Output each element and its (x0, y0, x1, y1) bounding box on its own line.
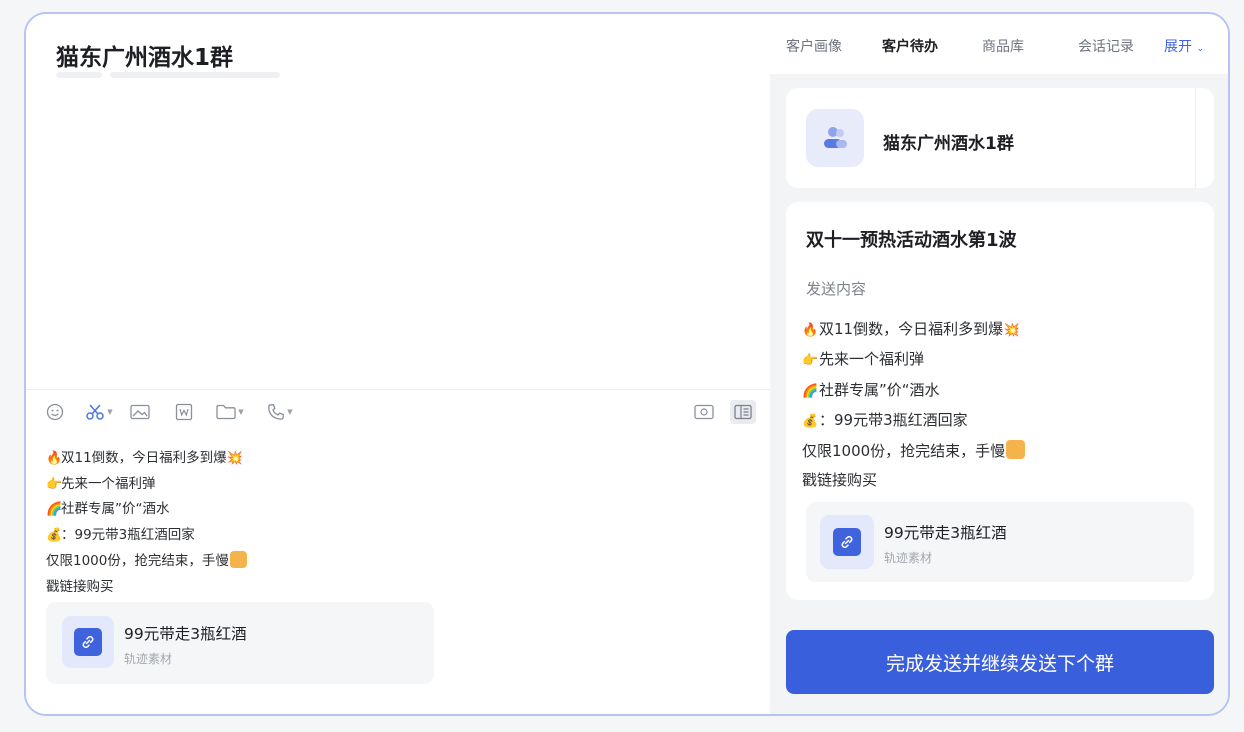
group-name: 猫东广州酒水1群 (883, 134, 1014, 154)
money-bag-icon: 💰 (802, 414, 819, 430)
message-line: 💰：99元带3瓶红酒回家 (46, 523, 446, 549)
emoji-sticker-icon (1006, 439, 1026, 459)
message-line: 戳链接购买 (46, 578, 114, 595)
chevron-down-icon: ▼ (238, 408, 244, 416)
chat-area: 猫东广州酒水1群 ▼ ▼ ▼ 🔥双11倒数，今日福利多到爆💥 👉先来一个福利弹 … (26, 14, 770, 714)
explosion-icon: 💥 (1003, 323, 1020, 338)
explosion-icon: 💥 (226, 451, 243, 466)
link-icon (820, 515, 874, 569)
word-doc-icon[interactable] (172, 400, 196, 424)
attachment-subtitle: 轨迹素材 (124, 652, 173, 666)
message-line: 👉先来一个福利弹 (46, 472, 446, 498)
pointing-hand-icon: 👉 (46, 476, 63, 492)
screen-record-icon[interactable] (692, 400, 716, 424)
task-card: 双十一预热活动酒水第1波 发送内容 🔥双11倒数，今日福利多到爆💥 👉先来一个福… (786, 202, 1214, 600)
link-icon (62, 616, 114, 668)
image-icon[interactable] (128, 400, 152, 424)
emoji-sticker-icon (229, 550, 247, 568)
attachment-title: 99元带走3瓶红酒 (124, 625, 247, 643)
chevron-down-icon: ▼ (107, 408, 113, 416)
chevron-down-icon: ▼ (287, 408, 293, 416)
tab-customer-profile[interactable]: 客户画像 (786, 36, 842, 56)
task-title: 双十一预热活动酒水第1波 (806, 230, 1017, 251)
chat-title: 猫东广州酒水1群 (56, 45, 234, 71)
message-line: 👉先来一个福利弹 (802, 345, 1025, 375)
message-line: 戳链接购买 (802, 471, 878, 490)
rainbow-icon: 🌈 (46, 502, 63, 518)
tab-product-library[interactable]: 商品库 (982, 36, 1024, 56)
pointing-hand-icon: 👉 (802, 353, 819, 369)
message-line: 仅限1000份，抢完结束，手慢 (802, 437, 1026, 466)
member-skeleton (110, 72, 280, 78)
chevron-down-icon: ⌄ (1196, 44, 1204, 54)
fire-icon: 🔥 (802, 323, 819, 338)
attachment-subtitle: 轨迹素材 (884, 551, 933, 565)
folder-icon[interactable]: ▼ (212, 400, 248, 424)
side-tabs: 客户画像 客户待办 商品库 会话记录 展开 ⌄ (770, 14, 1228, 74)
phone-icon[interactable]: ▼ (264, 400, 296, 424)
input-toolbar: ▼ ▼ ▼ (44, 400, 764, 426)
attachment-card[interactable]: 99元带走3瓶红酒 轨迹素材 (46, 602, 434, 684)
app-window: 猫东广州酒水1群 ▼ ▼ ▼ 🔥双11倒数，今日福利多到爆💥 👉先来一个福利弹 … (24, 12, 1230, 716)
task-message: 🔥双11倒数，今日福利多到爆💥 👉先来一个福利弹 🌈社群专属”价“酒水 💰：99… (802, 315, 1026, 495)
member-skeleton (56, 72, 102, 78)
message-line: 仅限1000份，抢完结束，手慢 (46, 549, 446, 575)
message-line: 💰：99元带3瓶红酒回家 (802, 406, 1025, 436)
send-next-group-button[interactable]: 完成发送并继续发送下个群 (786, 630, 1214, 694)
rainbow-icon: 🌈 (802, 383, 819, 399)
divider (1195, 88, 1196, 188)
message-line: 🔥双11倒数，今日福利多到爆💥 (802, 315, 1025, 345)
group-card: 猫东广州酒水1群 (786, 88, 1214, 188)
expand-button[interactable]: 展开 ⌄ (1164, 36, 1204, 56)
message-line: 🔥双11倒数，今日福利多到爆💥 (46, 446, 446, 472)
fire-icon: 🔥 (46, 451, 63, 466)
side-panel: 客户画像 客户待办 商品库 会话记录 展开 ⌄ 猫东广州酒水1群 双十一预热活动… (770, 14, 1228, 714)
message-draft[interactable]: 🔥双11倒数，今日福利多到爆💥 👉先来一个福利弹 🌈社群专属”价“酒水 💰：99… (46, 446, 446, 600)
input-divider (26, 389, 770, 390)
scissors-icon[interactable]: ▼ (82, 400, 116, 424)
send-content-label: 发送内容 (806, 280, 867, 298)
emoji-icon[interactable] (44, 400, 66, 424)
message-line: 🌈社群专属”价“酒水 (802, 376, 1025, 406)
tab-customer-todo[interactable]: 客户待办 (882, 36, 938, 56)
attachment-card[interactable]: 99元带走3瓶红酒 轨迹素材 (806, 502, 1194, 582)
message-line: 🌈社群专属”价“酒水 (46, 497, 446, 523)
attachment-title: 99元带走3瓶红酒 (884, 524, 1007, 542)
tab-chat-history[interactable]: 会话记录 (1078, 36, 1134, 56)
group-icon (806, 109, 864, 167)
layout-toggle-icon[interactable] (730, 400, 756, 424)
money-bag-icon: 💰 (46, 528, 63, 544)
